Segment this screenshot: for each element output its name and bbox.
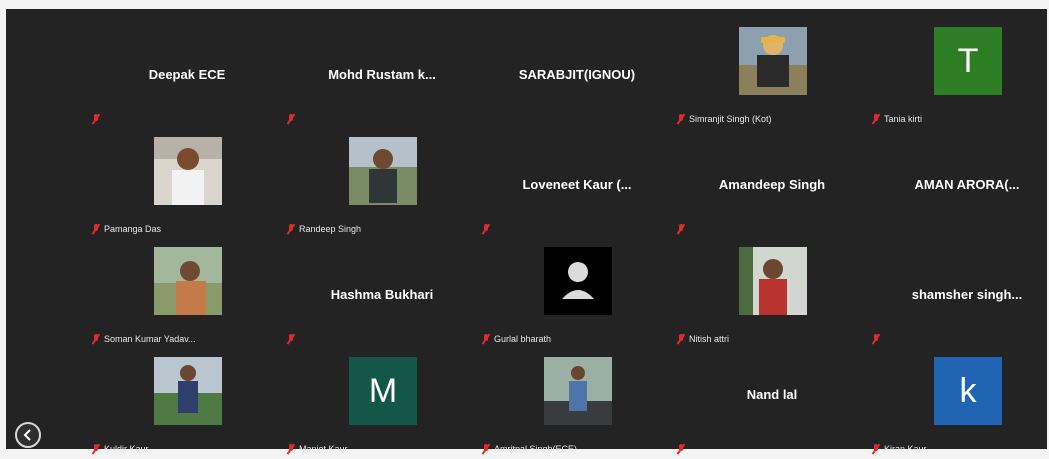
participant-label: Kiran Kaur [884,444,927,454]
participant-name: Nand lal [746,387,798,402]
muted-mic-icon [677,334,685,344]
participant-name: AMAN ARORA(... [914,177,1020,192]
participant-tile[interactable]: Simranjit Singh (Kot) [677,27,867,129]
participant-tile[interactable]: T Tania kirti [872,27,1049,129]
window-top-edge [6,0,1047,9]
participant-video-thumbnail [739,27,807,95]
muted-mic-icon [92,224,100,234]
muted-mic-icon [677,224,685,234]
participant-label: Manjot Kaur [299,444,348,454]
default-person-icon [544,247,612,315]
muted-mic-icon [482,444,490,454]
participant-tile[interactable]: SARABJIT(IGNOU) [482,27,672,129]
back-arrow-icon[interactable] [15,422,41,448]
muted-mic-icon [677,114,685,124]
participant-tile[interactable]: M Manjot Kaur [287,357,477,459]
muted-mic-icon [287,334,295,344]
muted-mic-icon [92,114,100,124]
muted-mic-icon [287,224,295,234]
participant-label: Gurlal bharath [494,334,552,344]
participant-video-thumbnail [154,357,222,425]
participant-name: Amandeep Singh [718,177,826,192]
participant-video-thumbnail [349,137,417,205]
participant-label: Tania kirti [884,114,923,124]
muted-mic-icon [92,334,100,344]
participant-name: Deepak ECE [148,67,226,82]
participant-name: SARABJIT(IGNOU) [518,67,636,82]
participant-video-thumbnail [544,357,612,425]
participant-tile[interactable]: Amritpal Singh(ECE) [482,357,672,459]
participant-video-thumbnail [154,137,222,205]
participant-label: Kuldir Kaur [104,444,149,454]
participant-tile[interactable]: Amandeep Singh [677,137,867,239]
muted-mic-icon [482,334,490,344]
participant-label: Pamanga Das [104,224,162,234]
muted-mic-icon [287,444,295,454]
participant-initial-avatar: T [934,27,1002,95]
participant-tile[interactable]: Randeep Singh [287,137,477,239]
participant-video-thumbnail [154,247,222,315]
participant-label: Amritpal Singh(ECE) [494,444,578,454]
participant-tile[interactable]: Mohd Rustam k... [287,27,477,129]
participant-label: Simranjit Singh (Kot) [689,114,772,124]
participant-label: Nitish attri [689,334,730,344]
participant-tile[interactable]: Kuldir Kaur [92,357,282,459]
participant-tile[interactable]: Soman Kumar Yadav... [92,247,282,349]
participant-tile[interactable]: Deepak ECE [92,27,282,129]
participant-label: Soman Kumar Yadav... [104,334,196,344]
muted-mic-icon [872,114,880,124]
participant-label: Randeep Singh [299,224,362,234]
participant-name: Mohd Rustam k... [328,67,436,82]
participant-tile[interactable]: k Kiran Kaur [872,357,1049,459]
participant-tile[interactable]: Nand lal [677,357,867,459]
participant-tile[interactable]: Loveneet Kaur (... [482,137,672,239]
muted-mic-icon [482,224,490,234]
participant-tile[interactable]: shamsher singh... [872,247,1049,349]
participant-initial-avatar: k [934,357,1002,425]
participant-tile[interactable]: Hashma Bukhari [287,247,477,349]
muted-mic-icon [872,444,880,454]
muted-mic-icon [677,444,685,454]
muted-mic-icon [287,114,295,124]
participant-tile[interactable]: AMAN ARORA(... [872,137,1049,239]
participant-name: Hashma Bukhari [330,287,434,302]
participant-tile[interactable]: Nitish attri [677,247,867,349]
participant-name: Loveneet Kaur (... [522,177,632,192]
participant-initial-avatar: M [349,357,417,425]
muted-mic-icon [92,444,100,454]
participant-video-thumbnail [739,247,807,315]
participant-tile[interactable]: Pamanga Das [92,137,282,239]
muted-mic-icon [872,334,880,344]
participant-tile[interactable]: Gurlal bharath [482,247,672,349]
participant-name: shamsher singh... [911,287,1023,302]
